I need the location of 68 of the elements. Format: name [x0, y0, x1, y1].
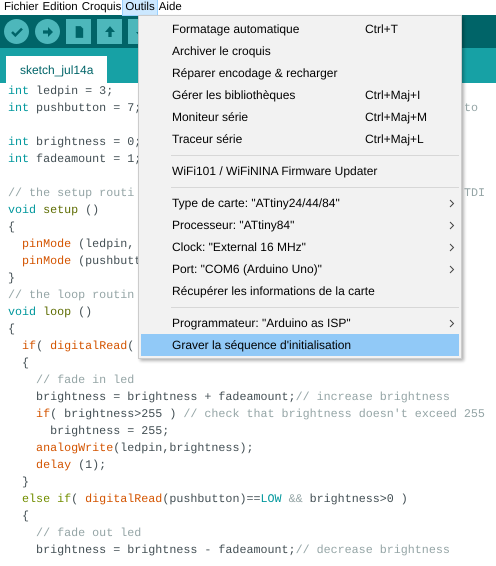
menu-item[interactable]: Gérer les bibliothèques Ctrl+Maj+I: [141, 84, 459, 106]
menu-bar-item[interactable]: Aide: [156, 0, 184, 15]
menu-item[interactable]: Type de carte: "ATtiny24/44/84": [141, 192, 459, 214]
menu-item[interactable]: Formatage automatique Ctrl+T: [141, 18, 459, 40]
code-line: void loop (): [8, 304, 92, 321]
code-line: analogWrite(ledpin,brightness);: [35, 440, 254, 457]
menu-item-label: Traceur série: [172, 131, 244, 148]
menu-item-label: Graver la séquence d'initialisation: [172, 337, 352, 354]
code-line: delay (1);: [35, 457, 106, 474]
menu-item-label: Réparer encodage & recharger: [172, 65, 338, 82]
code-line: }: [8, 270, 16, 287]
menu-item[interactable]: Graver la séquence d'initialisation: [141, 334, 459, 356]
menu-item[interactable]: Moniteur série Ctrl+Maj+M: [141, 106, 459, 128]
code-line: // fade out led: [35, 525, 142, 542]
menu-item[interactable]: Réparer encodage & recharger: [141, 62, 459, 84]
menu-item-label: Moniteur série: [172, 109, 250, 126]
code-line: to: [463, 100, 478, 117]
code-line: else if( digitalRead(pushbutton)==LOW && brightness>0 ): [21, 491, 408, 508]
menu-item-label: WiFi101 / WiFiNINA Firmware Updater: [172, 163, 378, 180]
menu-item-label: Formatage automatique: [172, 21, 300, 38]
menu-item[interactable]: Archiver le croquis: [141, 40, 459, 62]
menu-item[interactable]: Traceur série Ctrl+Maj+L: [141, 128, 459, 150]
code-line: TDI: [463, 185, 486, 202]
menu-item-label: Gérer les bibliothèques: [172, 87, 296, 104]
menu-item-label: Processeur: "ATtiny84": [172, 217, 296, 234]
shortcut-label: Ctrl+Maj+I: [365, 87, 422, 104]
menu-bar-item[interactable]: Edition: [40, 0, 80, 15]
menu-bar-item[interactable]: Outils: [123, 0, 157, 15]
code-line: {: [21, 355, 30, 372]
code-line: {: [21, 508, 30, 525]
code-line: {: [8, 219, 16, 236]
code-line: void setup (): [8, 202, 100, 219]
menu-bar-item[interactable]: Fichier: [2, 0, 41, 15]
code-line: brightness = brightness + fadeamount;// increase brightness: [35, 389, 450, 406]
menu-item-label: Programmateur: "Arduino as ISP": [172, 315, 352, 332]
code-line: int ledpin = 3;: [8, 83, 114, 100]
menu-item[interactable]: Programmateur: "Arduino as ISP": [141, 312, 459, 334]
menu-item[interactable]: Récupérer les informations de la carte: [141, 280, 459, 302]
menu-item[interactable]: Clock: "External 16 MHz": [141, 236, 459, 258]
menu-item-label: Clock: "External 16 MHz": [172, 239, 307, 256]
menu-item-label: Récupérer les informations de la carte: [172, 283, 376, 300]
code-line: }: [21, 474, 30, 491]
code-line: // the loop routin: [8, 287, 134, 304]
document-button[interactable]: [66, 19, 91, 44]
menu-item-label: Port: "COM6 (Arduino Uno)": [172, 261, 323, 278]
up-arrow-button[interactable]: [97, 19, 122, 44]
menu-item[interactable]: Processeur: "ATtiny84": [141, 214, 459, 236]
code-line: pinMode (ledpin,: [21, 236, 134, 253]
checkmark-button[interactable]: [4, 19, 29, 44]
code-line: int brightness = 0;: [8, 134, 142, 151]
code-line: brightness = brightness - fadeamount;// decrease brightness: [35, 542, 450, 559]
menu-item-label: Archiver le croquis: [172, 43, 272, 60]
right-arrow-button[interactable]: [35, 19, 60, 44]
editor-tab[interactable]: sketch_jul14a: [6, 56, 108, 83]
code-line: if( brightness>255 ) // check that brightness doesn't exceed 255: [35, 406, 485, 423]
shortcut-label: Ctrl+Maj+L: [365, 131, 425, 148]
menu-item[interactable]: Port: "COM6 (Arduino Uno)": [141, 258, 459, 280]
code-line: pinMode (pushbutt: [21, 253, 142, 270]
code-line: // fade in led: [35, 372, 134, 389]
menu-bar-item[interactable]: Croquis: [80, 0, 124, 15]
code-line: if( digitalRead(: [21, 338, 134, 355]
shortcut-label: Ctrl+Maj+M: [365, 109, 428, 126]
code-line: {: [8, 321, 16, 338]
menu-item[interactable]: WiFi101 / WiFiNINA Firmware Updater: [141, 160, 459, 182]
code-line: brightness = 255;: [49, 423, 170, 440]
menu-item-label: Type de carte: "ATtiny24/44/84": [172, 195, 341, 212]
code-line: // the setup routi: [8, 185, 134, 202]
shortcut-label: Ctrl+T: [365, 21, 399, 38]
